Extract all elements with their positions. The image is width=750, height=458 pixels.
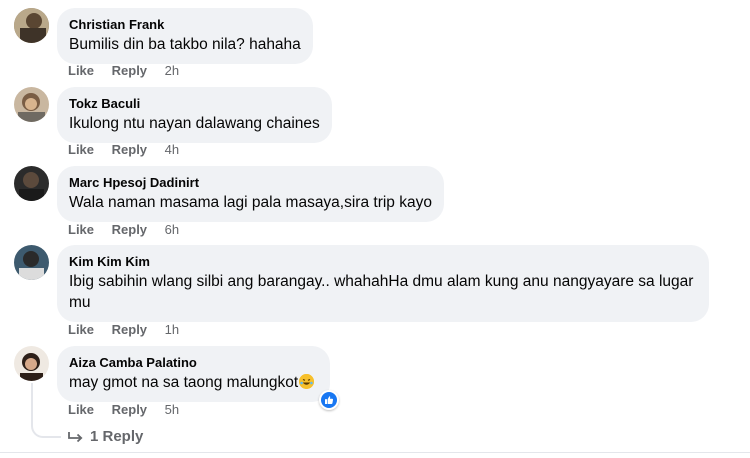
like-button[interactable]: Like xyxy=(68,142,94,157)
thumbs-up-icon xyxy=(321,392,337,408)
avatar[interactable] xyxy=(14,346,49,381)
comment-timestamp[interactable]: 1h xyxy=(165,322,179,337)
reply-button[interactable]: Reply xyxy=(112,63,147,78)
avatar[interactable] xyxy=(14,245,49,280)
comment-timestamp[interactable]: 2h xyxy=(165,63,179,78)
comment-bubble: Aiza Camba Palatino may gmot na sa taong… xyxy=(57,346,331,402)
comment-author[interactable]: Tokz Baculi xyxy=(69,95,320,112)
comment-actions: Like Reply 4h xyxy=(68,142,179,158)
avatar[interactable] xyxy=(14,166,49,201)
comment-text: Ibig sabihin wlang silbi ang barangay.. … xyxy=(69,273,694,311)
comment-text: Bumilis din ba takbo nila? hahaha xyxy=(69,36,301,53)
reply-button[interactable]: Reply xyxy=(112,222,147,237)
like-reaction-icon[interactable] xyxy=(319,390,339,410)
view-replies-link[interactable]: 1 Reply xyxy=(68,428,143,445)
like-button[interactable]: Like xyxy=(68,402,94,417)
like-button[interactable]: Like xyxy=(68,222,94,237)
comment-author[interactable]: Christian Frank xyxy=(69,16,301,33)
avatar[interactable] xyxy=(14,87,49,122)
comment-bubble: Marc Hpesoj Dadinirt Wala naman masama l… xyxy=(57,166,444,222)
comment-timestamp[interactable]: 5h xyxy=(165,402,179,417)
like-button[interactable]: Like xyxy=(68,322,94,337)
comment-actions: Like Reply 2h xyxy=(68,63,179,79)
reply-button[interactable]: Reply xyxy=(112,402,147,417)
comment-bubble: Christian Frank Bumilis din ba takbo nil… xyxy=(57,8,313,64)
comment-actions: Like Reply 5h xyxy=(68,402,179,418)
reply-button[interactable]: Reply xyxy=(112,322,147,337)
avatar[interactable] xyxy=(14,8,49,43)
comment-timestamp[interactable]: 4h xyxy=(165,142,179,157)
comment-text: may gmot na sa taong malungkot xyxy=(69,372,315,393)
laughing-emoji-icon xyxy=(299,374,315,389)
reply-thread-line xyxy=(31,383,61,438)
comment-text: Wala naman masama lagi pala masaya,sira … xyxy=(69,194,432,211)
comment-text: Ikulong ntu nayan dalawang chaines xyxy=(69,115,320,132)
comment-bubble: Tokz Baculi Ikulong ntu nayan dalawang c… xyxy=(57,87,332,143)
comment-actions: Like Reply 6h xyxy=(68,222,179,238)
comment-bubble: Kim Kim Kim Ibig sabihin wlang silbi ang… xyxy=(57,245,709,322)
comment-author[interactable]: Aiza Camba Palatino xyxy=(69,354,314,371)
comment-timestamp[interactable]: 6h xyxy=(165,222,179,237)
comment-actions: Like Reply 1h xyxy=(68,322,179,338)
reply-arrow-icon xyxy=(68,431,83,442)
comment-text-content: may gmot na sa taong malungkot xyxy=(69,374,299,391)
like-button[interactable]: Like xyxy=(68,63,94,78)
reply-button[interactable]: Reply xyxy=(112,142,147,157)
comment-author[interactable]: Kim Kim Kim xyxy=(69,253,697,270)
view-replies-label: 1 Reply xyxy=(90,428,144,445)
divider xyxy=(0,452,750,453)
comment-author[interactable]: Marc Hpesoj Dadinirt xyxy=(69,174,432,191)
